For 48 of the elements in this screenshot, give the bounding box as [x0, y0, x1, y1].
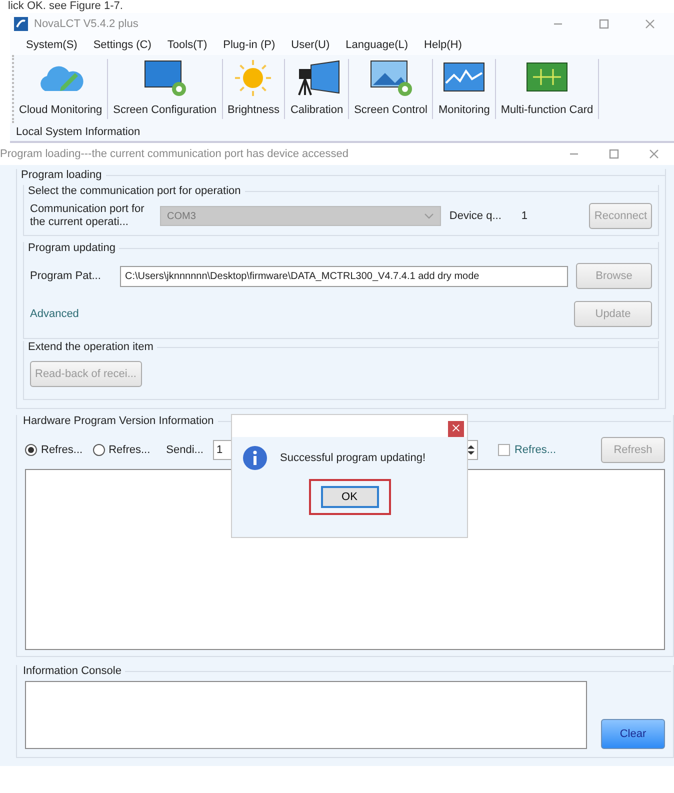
- maximize-icon[interactable]: [599, 19, 609, 29]
- menu-item[interactable]: Language(L): [338, 39, 416, 51]
- close-button[interactable]: [448, 421, 464, 437]
- group-title: Select the communication port for operation: [27, 185, 241, 197]
- info-icon: [242, 445, 268, 471]
- clear-button[interactable]: Clear: [601, 719, 665, 749]
- window-title: NovaLCT V5.4.2 plus: [34, 18, 140, 30]
- toolbar-button[interactable]: Screen Configuration: [108, 59, 222, 119]
- field-label: Device q...: [449, 210, 502, 222]
- close-icon: [452, 424, 460, 432]
- field-label: Sendi...: [166, 444, 204, 456]
- menu-item[interactable]: Tools(T): [159, 39, 216, 51]
- checkbox-option[interactable]: Refres...: [498, 444, 556, 456]
- close-icon[interactable]: [645, 19, 655, 29]
- radio-option[interactable]: Refres...: [25, 444, 83, 456]
- advanced-link[interactable]: Advanced: [30, 308, 79, 320]
- menu-item[interactable]: Settings (C): [85, 39, 160, 51]
- console-text-area[interactable]: [25, 681, 587, 749]
- toolbar-button[interactable]: Monitoring: [433, 59, 496, 119]
- field-label: Program Pat...: [30, 270, 102, 282]
- caret-icon: [424, 211, 434, 221]
- ok-button[interactable]: OK: [320, 486, 378, 508]
- menu-item[interactable]: System(S): [18, 39, 86, 51]
- menu-item[interactable]: User(U): [283, 39, 338, 51]
- group-title: Extend the operation item: [27, 341, 154, 353]
- dialog-message: Successful program updating!: [280, 452, 426, 464]
- close-icon[interactable]: [649, 149, 659, 159]
- window-title: Program loading---the current communication port has device accessed: [0, 148, 350, 160]
- path-field[interactable]: C:\Users\jknnnnnn\Desktop\firmware\DATA_MCTRL300_V4.7.4.1 add dry mode: [120, 266, 568, 286]
- toolbar-button[interactable]: Screen Control: [349, 59, 434, 119]
- menu-item[interactable]: Help(H): [416, 39, 470, 51]
- field-label: Communication port for the current operati...: [30, 203, 146, 229]
- toolbar-button[interactable]: Cloud Monitoring: [14, 59, 108, 119]
- maximize-icon[interactable]: [609, 149, 619, 159]
- toolbar-button[interactable]: Multi-function Card: [496, 59, 600, 119]
- group-title: Program updating: [27, 242, 116, 254]
- group-title: Program loading: [20, 169, 102, 181]
- spinner-arrows-icon[interactable]: [465, 444, 478, 456]
- caption-text: lick OK. see Figure 1-7.: [7, 0, 124, 13]
- menu-item[interactable]: Plug-in (P): [215, 39, 284, 51]
- toolbar-button[interactable]: Brightness: [222, 59, 286, 119]
- radio-option[interactable]: Refres...: [92, 444, 150, 456]
- group-title: Information Console: [22, 665, 122, 677]
- group-title: Hardware Program Version Information: [22, 415, 214, 427]
- section-label: Local System Information: [10, 123, 674, 143]
- app-logo-icon: [14, 17, 28, 31]
- toolbar-button[interactable]: Calibration: [285, 59, 350, 119]
- device-count: 1: [521, 210, 529, 222]
